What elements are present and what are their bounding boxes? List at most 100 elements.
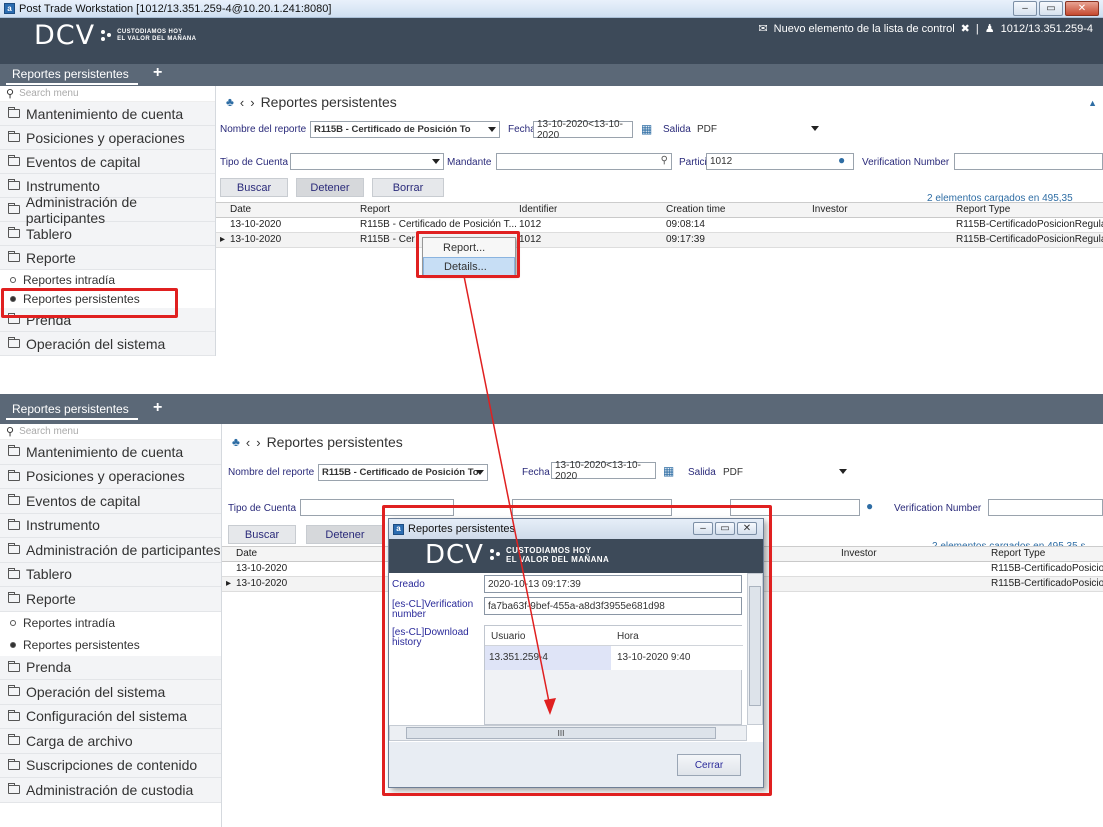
search-menu-2[interactable]: ⚲ Search menu bbox=[0, 424, 221, 440]
sidebar-item-1[interactable]: Posiciones y operaciones bbox=[0, 464, 221, 489]
download-history-table: Usuario Hora 13.351.259-4 13-10-2020 9:4… bbox=[484, 625, 743, 725]
creado-field[interactable]: 2020-10-13 09:17:39 bbox=[484, 575, 742, 593]
maximize-button[interactable]: ▭ bbox=[1039, 1, 1063, 16]
sidebar-item-3[interactable]: Instrumento bbox=[0, 513, 221, 538]
dialog-close-button[interactable]: ✕ bbox=[737, 522, 757, 535]
sitemap-icon[interactable]: ♣ bbox=[232, 435, 240, 449]
dialog-minimize-button[interactable]: – bbox=[693, 522, 713, 535]
menu-item-report[interactable]: Report... bbox=[423, 238, 515, 257]
info-icon[interactable]: ● bbox=[866, 499, 873, 513]
mandante-field-2[interactable] bbox=[512, 499, 672, 516]
sidebar-item-5[interactable]: Tablero bbox=[0, 562, 221, 587]
verification-number-value[interactable]: fa7ba63f-9bef-455a-a8d3f3955e681d98 bbox=[484, 597, 742, 615]
column-header[interactable]: Identifier bbox=[519, 204, 557, 215]
tab-reportes-persistentes-2[interactable]: Reportes persistentes bbox=[12, 402, 129, 416]
sitemap-icon[interactable]: ♣ bbox=[226, 95, 234, 109]
column-header[interactable]: Report Type bbox=[956, 204, 1010, 215]
column-header[interactable]: Date bbox=[230, 204, 251, 215]
sidebar-item-b0[interactable]: Prenda bbox=[0, 308, 215, 332]
watchlist-link[interactable]: Nuevo elemento de la lista de control bbox=[774, 23, 955, 35]
sidebar-item-6[interactable]: Reporte bbox=[0, 246, 215, 270]
fecha-habil-field[interactable]: 13-10-2020<13-10-2020 bbox=[533, 119, 633, 141]
info-icon[interactable]: ● bbox=[838, 153, 845, 167]
table-cell: R115B-CertificadoPosicionRegulad... bbox=[956, 234, 1103, 245]
sidebar-subitem-1[interactable]: Reportes persistentes bbox=[0, 633, 221, 656]
sidebar-subitem-0[interactable]: Reportes intradía bbox=[0, 611, 221, 634]
sidebar-item-2[interactable]: Eventos de capital bbox=[0, 489, 221, 514]
sidebar-subitem-0[interactable]: Reportes intradía bbox=[0, 270, 215, 289]
sidebar-item-b5[interactable]: Administración de custodia bbox=[0, 778, 221, 803]
forward-icon[interactable]: › bbox=[250, 95, 254, 110]
sidebar-item-2[interactable]: Eventos de capital bbox=[0, 150, 215, 174]
back-icon[interactable]: ‹ bbox=[240, 95, 244, 110]
verification-number-field[interactable] bbox=[954, 153, 1103, 170]
column-header[interactable]: Creation time bbox=[666, 204, 725, 215]
back-icon[interactable]: ‹ bbox=[246, 435, 250, 450]
close-icon[interactable]: ✖ bbox=[961, 22, 970, 35]
report-name-select[interactable]: R115B - Certificado de Posición To bbox=[310, 121, 500, 138]
buscar-button[interactable]: Buscar bbox=[220, 178, 288, 197]
folder-icon bbox=[8, 734, 20, 746]
detener-button-2[interactable]: Detener bbox=[306, 525, 384, 544]
calendar-icon[interactable]: ▦ bbox=[663, 464, 674, 478]
bullet-filled-icon bbox=[10, 641, 16, 648]
column-header[interactable]: Investor bbox=[812, 204, 848, 215]
dialog-vertical-scrollbar[interactable] bbox=[747, 573, 763, 725]
column-header[interactable]: Report bbox=[360, 204, 390, 215]
sidebar-item-b1[interactable]: Operación del sistema bbox=[0, 680, 221, 705]
search-menu[interactable]: ⚲ Search menu bbox=[0, 86, 215, 102]
tipo-cuenta-select[interactable] bbox=[290, 153, 444, 170]
buscar-button-2[interactable]: Buscar bbox=[228, 525, 296, 544]
verification-number-field-2[interactable] bbox=[988, 499, 1103, 516]
salida-select-2[interactable]: PDF bbox=[720, 464, 850, 481]
collapse-icon[interactable]: ▲ bbox=[1088, 98, 1097, 108]
dialog-horizontal-scrollbar[interactable]: III bbox=[389, 725, 747, 741]
sidebar-item-0[interactable]: Mantenimiento de cuenta bbox=[0, 102, 215, 126]
sidebar-item-b2[interactable]: Configuración del sistema bbox=[0, 704, 221, 729]
table-row[interactable]: 13-10-2020 R115B - Certificado de Posició… bbox=[216, 218, 1103, 233]
add-tab-button-2[interactable]: + bbox=[153, 399, 162, 417]
sidebar-subitem-1[interactable]: Reportes persistentes bbox=[0, 289, 215, 308]
sidebar-item-b3[interactable]: Carga de archivo bbox=[0, 729, 221, 754]
tab-bar-2: Reportes persistentes + bbox=[0, 394, 1103, 424]
history-row[interactable]: 13.351.259-4 bbox=[485, 646, 611, 670]
report-name-select-2[interactable]: R115B - Certificado de Posición To bbox=[318, 464, 488, 481]
tipo-cuenta-select-2[interactable] bbox=[300, 499, 454, 516]
sidebar-item-0[interactable]: Mantenimiento de cuenta bbox=[0, 440, 221, 465]
sidebar-item-6[interactable]: Reporte bbox=[0, 587, 221, 612]
folder-icon bbox=[8, 251, 20, 262]
sidebar-item-b1[interactable]: Operación del sistema bbox=[0, 332, 215, 356]
cerrar-button[interactable]: Cerrar bbox=[677, 754, 741, 776]
fecha-habil-field-2[interactable]: 13-10-2020<13-10-2020 bbox=[551, 460, 656, 482]
table-row[interactable]: ▸ 13-10-2020 R115B - Cer 1012 09:17:39 R115B-… bbox=[216, 233, 1103, 248]
forward-icon[interactable]: › bbox=[256, 435, 260, 450]
table-cell: 1012 bbox=[519, 219, 542, 230]
user-id[interactable]: 1012/13.351.259-4 bbox=[1001, 23, 1093, 35]
table-cell: R115B - Cer bbox=[360, 234, 415, 245]
salida-select[interactable]: PDF bbox=[694, 121, 822, 138]
borrar-button[interactable]: Borrar bbox=[372, 178, 444, 197]
menu-item-details[interactable]: Details... bbox=[423, 257, 515, 276]
sidebar-item-4[interactable]: Administración de participantes bbox=[0, 194, 215, 226]
minimize-button[interactable]: – bbox=[1013, 1, 1037, 16]
mandante-field[interactable]: ⚲ bbox=[496, 153, 672, 170]
breadcrumb-2: ♣ ‹ › Reportes persistentes bbox=[232, 434, 403, 450]
sidebar-item-1[interactable]: Posiciones y operaciones bbox=[0, 126, 215, 150]
participante-field-2[interactable] bbox=[730, 499, 860, 516]
tab-reportes-persistentes[interactable]: Reportes persistentes bbox=[12, 67, 129, 81]
add-tab-button[interactable]: + bbox=[153, 64, 162, 82]
dialog-maximize-button[interactable]: ▭ bbox=[715, 522, 735, 535]
close-window-button[interactable]: ✕ bbox=[1065, 1, 1099, 16]
app-header: DCV CUSTODIAMOS HOY EL VALOR DEL MAÑANA ✉… bbox=[0, 18, 1103, 64]
sidebar-item-b4[interactable]: Suscripciones de contenido bbox=[0, 753, 221, 778]
search-icon[interactable]: ⚲ bbox=[661, 155, 668, 166]
sidebar-item-5[interactable]: Tablero bbox=[0, 222, 215, 246]
participante-field[interactable]: 1012 bbox=[706, 153, 854, 170]
sidebar-item-4[interactable]: Administración de participantes bbox=[0, 538, 221, 563]
bullet-filled-icon bbox=[10, 295, 16, 302]
detener-button[interactable]: Detener bbox=[296, 178, 364, 197]
main-panel-top: ♣ ‹ › Reportes persistentes ▲ Nombre del… bbox=[216, 86, 1103, 356]
calendar-icon[interactable]: ▦ bbox=[641, 122, 652, 136]
sidebar-item-b0[interactable]: Prenda bbox=[0, 655, 221, 680]
breadcrumb: ♣ ‹ › Reportes persistentes bbox=[226, 94, 397, 110]
